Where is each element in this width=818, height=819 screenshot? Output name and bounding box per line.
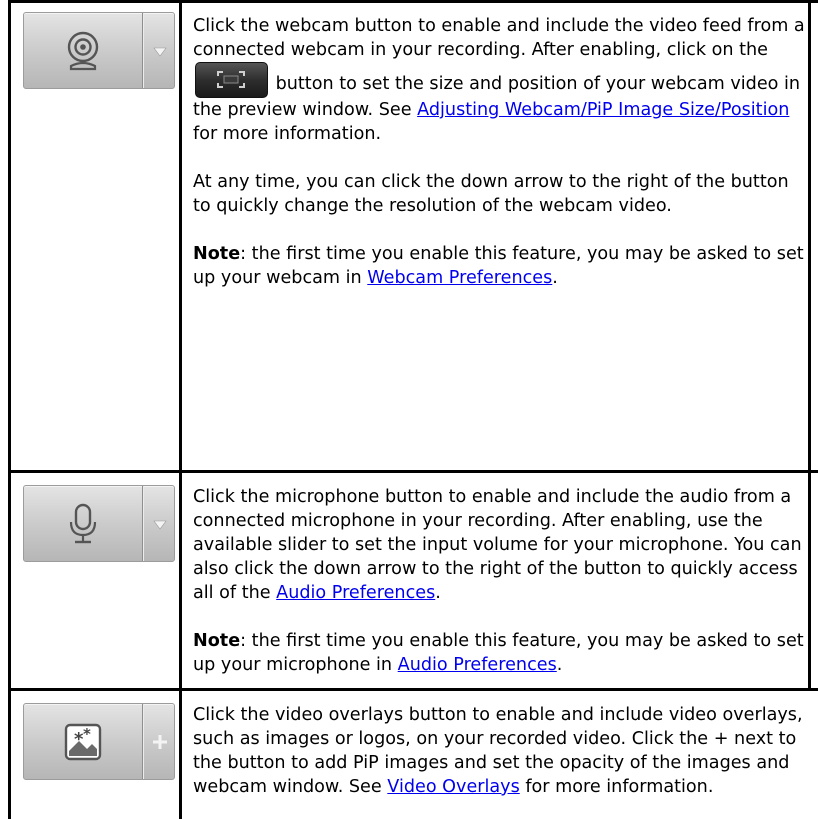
webcam-position-button[interactable] [195,62,268,98]
webcam-icon [67,31,99,71]
microphone-button[interactable] [23,485,175,562]
adjusting-webcam-link[interactable]: Adjusting Webcam/PiP Image Size/Position [417,100,789,120]
webcam-preferences-link[interactable]: Webcam Preferences [367,268,552,288]
audio-preferences-link[interactable]: Audio Preferences [276,583,435,603]
table-row: Click the webcam button to enable and in… [0,0,818,471]
svg-text:*: * [83,725,91,743]
microphone-icon [69,503,97,544]
video-overlays-description: Click the video overlays button to enabl… [182,689,808,799]
video-overlay-icon: * * [64,723,102,761]
table-row: * * Click the video overlays button to e… [0,689,818,819]
microphone-description: Click the microphone button to enable an… [182,471,808,677]
feature-table: Click the webcam button to enable and in… [0,0,818,819]
video-overlays-link[interactable]: Video Overlays [387,777,519,797]
plus-icon[interactable] [148,730,172,754]
video-overlays-paragraph: Click the video overlays button to enabl… [193,705,803,797]
audio-preferences-note-link[interactable]: Audio Preferences [398,655,557,675]
dropdown-arrow-icon[interactable] [148,39,172,63]
resolution-paragraph: At any time, you can click the down arro… [193,172,789,216]
webcam-note: Note: the first time you enable this fea… [193,244,804,288]
frame-corners-icon [217,71,245,88]
microphone-note: Note: the first time you enable this fea… [193,631,804,675]
dropdown-arrow-icon[interactable] [148,512,172,536]
table-row: Click the microphone button to enable an… [0,471,818,689]
microphone-paragraph: Click the microphone button to enable an… [193,487,802,603]
video-overlays-button[interactable]: * * [23,703,175,780]
webcam-description: Click the webcam button to enable and in… [182,0,808,290]
webcam-paragraph: Click the webcam button to enable and in… [193,16,805,144]
webcam-button[interactable] [23,12,175,89]
